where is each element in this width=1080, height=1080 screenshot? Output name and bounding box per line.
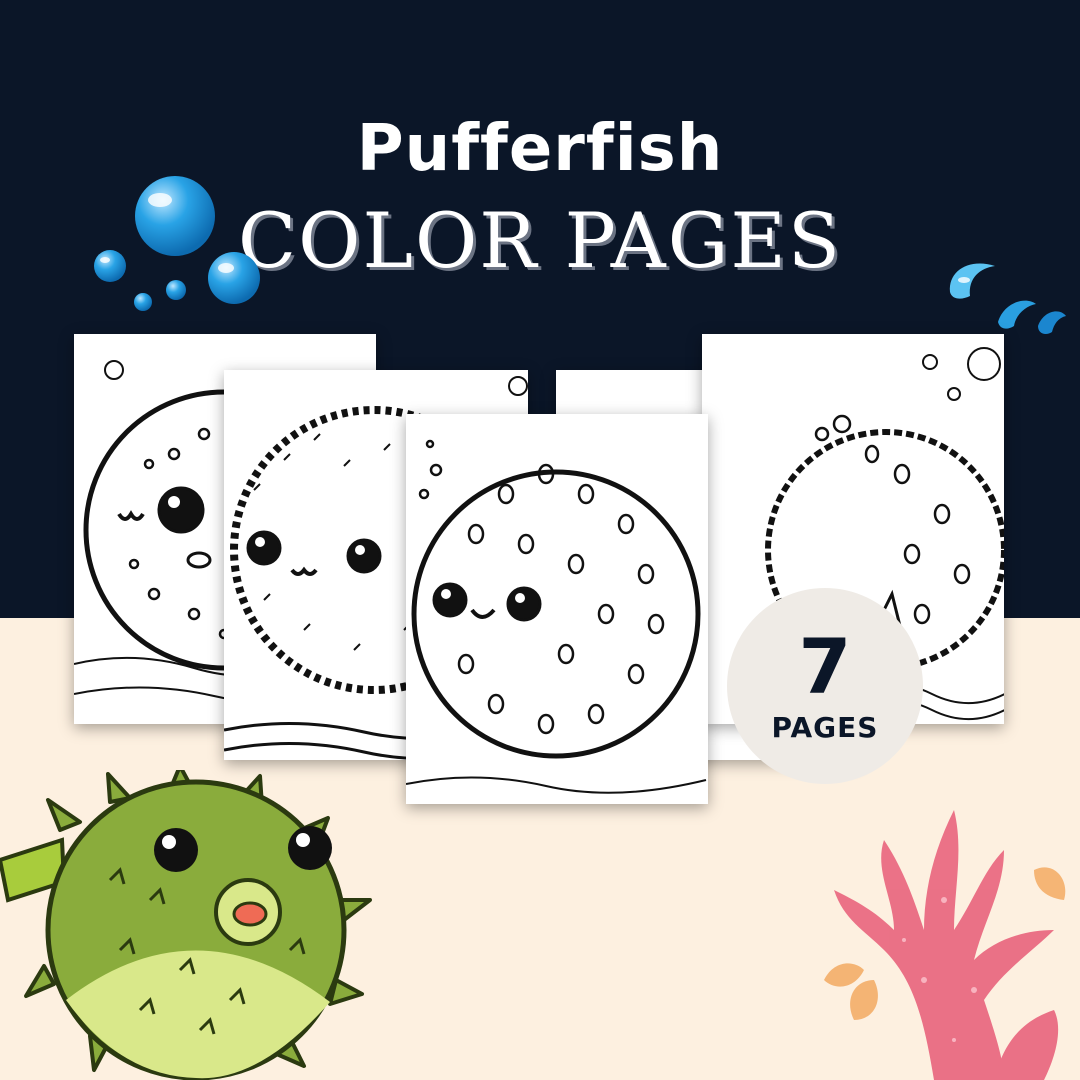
water-splash-icon xyxy=(949,263,1066,334)
page-count-number: 7 xyxy=(798,621,852,711)
page-count-badge: 7 PAGES xyxy=(727,588,923,784)
coral-illustration xyxy=(824,810,1066,1080)
page-count-label: PAGES xyxy=(771,710,879,744)
coloring-page-3 xyxy=(406,414,708,804)
bubbles-icon xyxy=(94,176,260,311)
product-cover: Pufferfish COLOR PAGES 7 PAGES xyxy=(0,0,1080,1080)
pufferfish-illustration xyxy=(0,770,372,1080)
